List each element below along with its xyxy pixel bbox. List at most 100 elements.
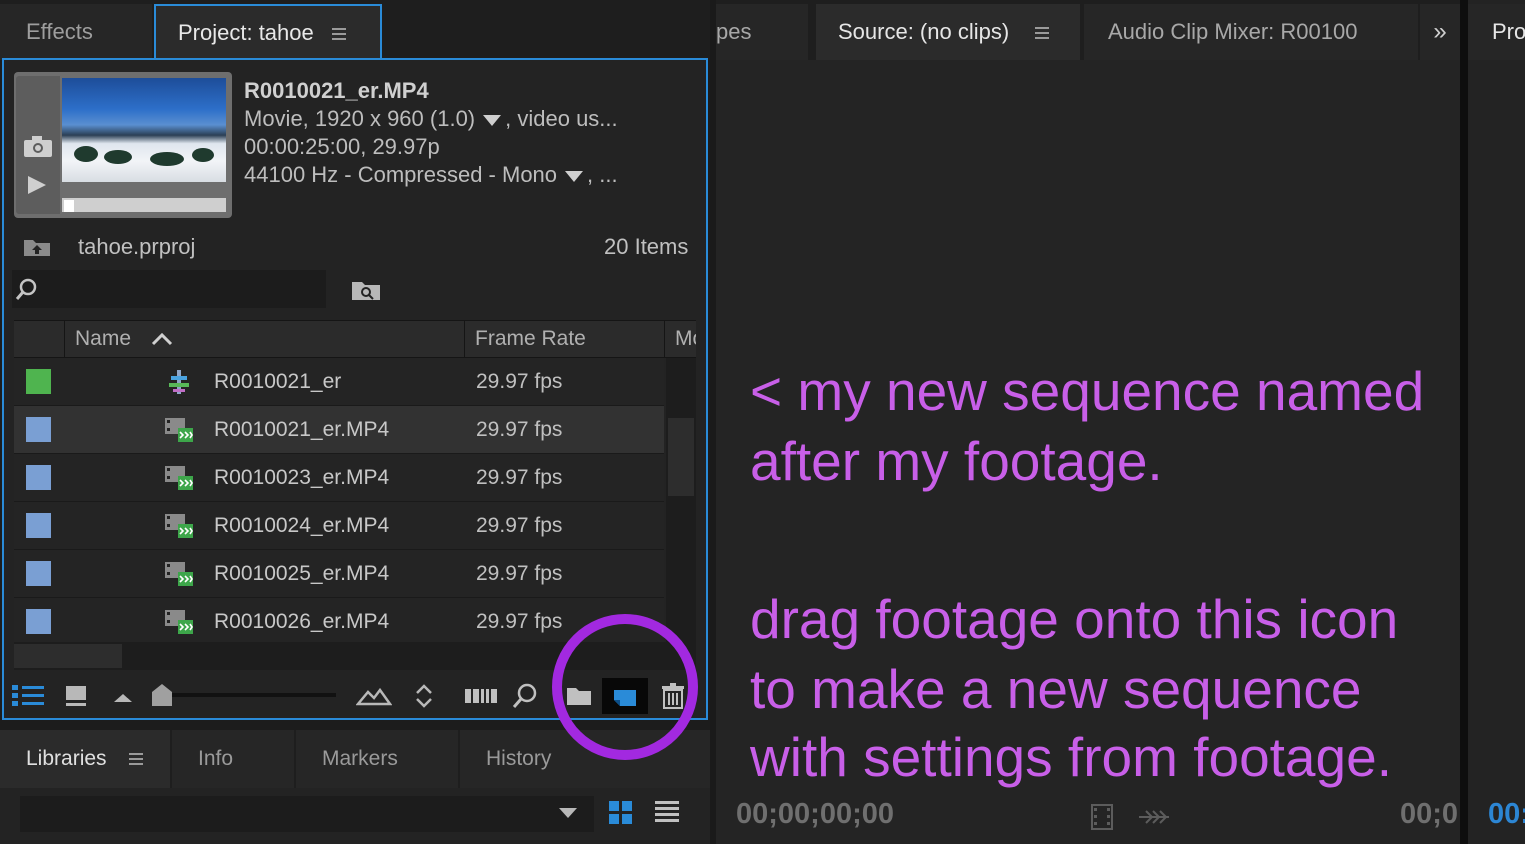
- row-name: R0010026_er.MP4: [214, 610, 390, 633]
- annotation-text: to make a new sequence: [750, 658, 1362, 720]
- play-icon[interactable]: [26, 174, 48, 196]
- scrubber-knob[interactable]: [64, 200, 74, 212]
- icon-view-icon[interactable]: [64, 684, 88, 708]
- column-name-label: Name: [75, 327, 132, 350]
- tab-info[interactable]: Info: [172, 730, 294, 788]
- thumbnail-detail: [104, 150, 132, 164]
- automate-to-sequence-icon[interactable]: [464, 686, 498, 706]
- label-color-swatch: [26, 561, 51, 586]
- vertical-scrollbar-thumb[interactable]: [668, 418, 694, 496]
- search-input[interactable]: [12, 270, 326, 308]
- tab-scopes[interactable]: pes: [716, 4, 808, 60]
- label-color-swatch: [26, 417, 51, 442]
- video-info-text: Movie, 1920 x 960 (1.0): [244, 106, 476, 131]
- thumbnail-scrubber[interactable]: [62, 198, 226, 212]
- tab-project-label: Project: tahoe: [178, 20, 314, 45]
- highlight-circle-annotation: [552, 614, 698, 760]
- table-row[interactable]: R0010021_er 29.97 fps: [14, 358, 664, 406]
- grid-view-icon[interactable]: [608, 800, 634, 826]
- tab-markers[interactable]: Markers: [296, 730, 458, 788]
- label-color-swatch: [26, 369, 51, 394]
- annotation-text: < my new sequence named: [750, 360, 1425, 422]
- table-row[interactable]: R0010025_er.MP4 29.97 fps: [14, 550, 664, 598]
- dropdown-triangle-icon[interactable]: [565, 170, 584, 182]
- sequence-icon: [169, 370, 189, 394]
- label-color-swatch: [26, 465, 51, 490]
- zoom-slider-handle[interactable]: [150, 682, 174, 708]
- annotation-text: after my footage.: [750, 430, 1163, 492]
- dropdown-triangle-icon[interactable]: [483, 114, 502, 126]
- thumbnail-detail: [150, 152, 184, 166]
- clip-thumbnail-image: [62, 78, 226, 182]
- table-row[interactable]: R0010023_er.MP4 29.97 fps: [14, 454, 664, 502]
- vertical-scrollbar[interactable]: [666, 358, 696, 642]
- thumbnail-detail: [74, 146, 98, 162]
- tab-libraries-label: Libraries: [26, 747, 107, 770]
- audio-info-text: 44100 Hz - Compressed - Mono: [244, 162, 558, 187]
- row-name: R0010021_er.MP4: [214, 418, 390, 441]
- row-frame-rate: 29.97 fps: [476, 370, 563, 393]
- folder-up-icon[interactable]: [22, 236, 52, 258]
- thumbnail-detail: [192, 148, 214, 162]
- source-timecode[interactable]: 00;00;00;00: [736, 798, 894, 831]
- find-bin-icon[interactable]: [350, 277, 382, 303]
- zoom-in-icon[interactable]: [356, 686, 392, 706]
- horizontal-scrollbar-thumb[interactable]: [14, 644, 122, 668]
- table-row[interactable]: R0010021_er.MP4 29.97 fps: [14, 406, 664, 454]
- tab-effects[interactable]: Effects: [0, 4, 152, 60]
- panel-menu-icon[interactable]: [128, 753, 143, 766]
- sort-ascending-icon: [151, 333, 172, 346]
- column-header-name[interactable]: Name: [64, 321, 464, 357]
- duration-info: 00:00:25:00, 29.97p: [244, 134, 440, 159]
- panel-menu-icon[interactable]: [1035, 27, 1050, 40]
- label-color-swatch: [26, 609, 51, 634]
- sort-icons-icon[interactable]: [414, 682, 434, 710]
- tab-source[interactable]: Source: (no clips): [816, 4, 1080, 60]
- video-clip-icon: [165, 418, 193, 442]
- video-clip-icon: [165, 514, 193, 538]
- program-timecode[interactable]: 00:: [1488, 798, 1525, 831]
- row-frame-rate: 29.97 fps: [476, 562, 563, 585]
- list-view-icon[interactable]: [654, 800, 680, 824]
- label-color-swatch: [26, 513, 51, 538]
- row-frame-rate: 29.97 fps: [476, 610, 563, 633]
- drag-video-icon[interactable]: [1090, 804, 1114, 830]
- column-header-frame-rate[interactable]: Frame Rate: [464, 321, 664, 357]
- tab-audio-clip-mixer[interactable]: Audio Clip Mixer: R00100: [1084, 4, 1418, 60]
- row-name: R0010023_er.MP4: [214, 466, 390, 489]
- source-duration-timecode: 00;0: [1400, 798, 1458, 830]
- clip-name: R0010021_er.MP4: [244, 78, 429, 103]
- row-name: R0010024_er.MP4: [214, 514, 390, 537]
- video-clip-icon: [165, 466, 193, 490]
- video-clip-icon: [165, 562, 193, 586]
- items-count: 20 Items: [604, 234, 689, 259]
- annotation-text: drag footage onto this icon: [750, 588, 1399, 650]
- video-clip-icon: [165, 610, 193, 634]
- tab-project[interactable]: Project: tahoe: [154, 4, 382, 60]
- drag-audio-icon[interactable]: [1138, 808, 1170, 826]
- annotation-text: with settings from footage.: [750, 726, 1392, 788]
- row-name: R0010025_er.MP4: [214, 562, 390, 585]
- zoom-slider[interactable]: [168, 693, 336, 697]
- audio-info-rest: , ...: [587, 162, 618, 187]
- row-frame-rate: 29.97 fps: [476, 466, 563, 489]
- find-icon[interactable]: [512, 682, 538, 710]
- label-column-header[interactable]: [14, 321, 64, 357]
- library-selector[interactable]: [20, 796, 594, 832]
- column-header-more[interactable]: Mo: [664, 321, 696, 357]
- project-file-name: tahoe.prproj: [78, 234, 196, 259]
- tab-program[interactable]: Pro: [1468, 4, 1525, 60]
- row-name: R0010021_er: [214, 370, 342, 393]
- video-info-rest: , video us...: [505, 106, 618, 131]
- panel-divider[interactable]: [1460, 0, 1468, 844]
- camera-icon[interactable]: [22, 134, 54, 158]
- table-row[interactable]: R0010026_er.MP4 29.97 fps: [14, 598, 664, 643]
- row-frame-rate: 29.97 fps: [476, 514, 563, 537]
- table-row[interactable]: R0010024_er.MP4 29.97 fps: [14, 502, 664, 550]
- more-tabs-icon[interactable]: »: [1420, 4, 1460, 60]
- list-view-icon[interactable]: [12, 684, 46, 708]
- chevron-down-icon[interactable]: [558, 806, 578, 820]
- panel-menu-icon[interactable]: [331, 28, 346, 41]
- tab-libraries[interactable]: Libraries: [0, 730, 170, 788]
- zoom-out-icon[interactable]: [112, 688, 134, 704]
